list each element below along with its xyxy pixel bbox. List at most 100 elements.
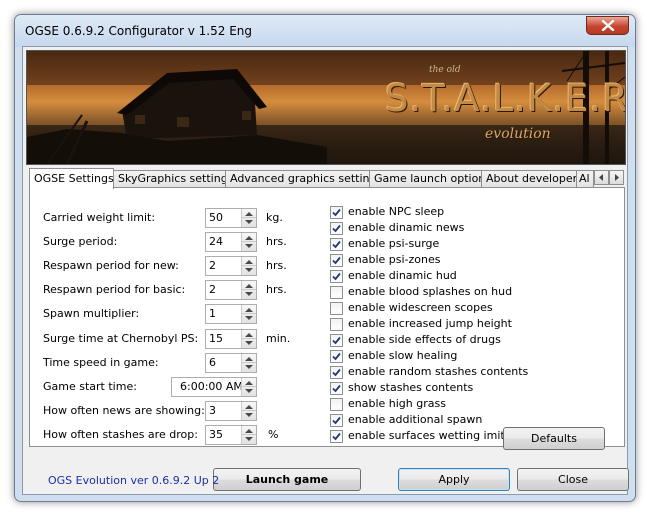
- arrow-down-icon: [245, 365, 253, 369]
- checkmark-icon: [332, 432, 341, 441]
- setting-label-respawn-basic: Respawn period for basic:: [43, 283, 186, 296]
- window-title: OGSE 0.6.9.2 Configurator v 1.52 Eng: [25, 24, 252, 38]
- surge-time-value: 15: [209, 332, 223, 345]
- option-label: enable psi-zones: [348, 253, 441, 266]
- arrow-down-icon: [245, 316, 253, 320]
- tab-game-launch-options[interactable]: Game launch options: [369, 170, 482, 188]
- game-start-time-picker[interactable]: 6:00:00 AM: [171, 377, 257, 397]
- unit-hrs: hrs.: [266, 283, 287, 296]
- checkmark-icon: [332, 336, 341, 345]
- time-speed-value: 6: [209, 356, 216, 369]
- banner-logo-sub: evolution: [485, 126, 551, 142]
- chevron-left-icon: [599, 174, 603, 181]
- chevron-right-icon: [615, 174, 619, 181]
- option-label: enable widescreen scopes: [348, 301, 493, 314]
- checkbox-box[interactable]: [330, 222, 343, 235]
- carried-weight-value: 50: [209, 211, 223, 224]
- banner-logo-small: the old: [429, 65, 461, 75]
- surge-time-spinbox[interactable]: 15: [205, 329, 257, 349]
- respawn-new-value: 2: [209, 259, 216, 272]
- checkbox-box[interactable]: [330, 398, 343, 411]
- window-close-button[interactable]: [586, 16, 629, 35]
- arrow-down-icon: [245, 292, 253, 296]
- apply-button[interactable]: Apply: [398, 468, 510, 491]
- carried-weight-spinbox[interactable]: 50: [205, 208, 257, 228]
- checkmark-icon: [332, 416, 341, 425]
- checkmark-icon: [332, 208, 341, 217]
- spin-arrows[interactable]: [241, 330, 256, 348]
- checkmark-icon: [332, 240, 341, 249]
- defaults-button[interactable]: Defaults: [503, 427, 605, 450]
- tab-about-developers[interactable]: About developers: [481, 170, 577, 188]
- ogse-settings-panel: Carried weight limit: Surge period: Resp…: [29, 187, 625, 450]
- arrow-down-icon: [245, 389, 253, 393]
- arrow-up-icon: [245, 381, 253, 385]
- checkbox-box[interactable]: [330, 414, 343, 427]
- spin-arrows[interactable]: [241, 209, 256, 227]
- arrow-down-icon: [245, 268, 253, 272]
- spawn-multiplier-value: 1: [209, 307, 216, 320]
- arrow-up-icon: [245, 405, 253, 409]
- spin-arrows[interactable]: [241, 426, 256, 444]
- tab-ogse-settings[interactable]: OGSE Settings: [29, 168, 114, 189]
- checkmark-icon: [332, 272, 341, 281]
- game-start-time-value: 6:00:00 AM: [180, 380, 243, 393]
- respawn-new-spinbox[interactable]: 2: [205, 256, 257, 276]
- launch-game-button[interactable]: Launch game: [213, 468, 361, 491]
- tab-scroll-left-button[interactable]: [594, 170, 609, 185]
- tab-skygraphics-settings[interactable]: SkyGraphics settings: [113, 170, 226, 188]
- arrow-up-icon: [245, 333, 253, 337]
- checkbox-box[interactable]: [330, 206, 343, 219]
- respawn-basic-value: 2: [209, 283, 216, 296]
- checkbox-box[interactable]: [330, 254, 343, 267]
- setting-label-time-speed: Time speed in game:: [43, 356, 159, 369]
- tab-al[interactable]: Al: [576, 170, 594, 188]
- option-label: enable psi-surge: [348, 237, 440, 250]
- checkbox-box[interactable]: [330, 318, 343, 331]
- respawn-basic-spinbox[interactable]: 2: [205, 280, 257, 300]
- spin-arrows[interactable]: [241, 354, 256, 372]
- spin-arrows[interactable]: [241, 402, 256, 420]
- option-label: show stashes contents: [348, 381, 474, 394]
- checkbox-box[interactable]: [330, 238, 343, 251]
- unit-hrs: hrs.: [266, 259, 287, 272]
- spin-arrows[interactable]: [241, 281, 256, 299]
- arrow-down-icon: [245, 437, 253, 441]
- checkmark-icon: [332, 352, 341, 361]
- tab-advanced-graphics-settings[interactable]: Advanced graphics settings: [225, 170, 370, 188]
- news-frequency-spinbox[interactable]: 3: [205, 401, 257, 421]
- spin-arrows[interactable]: [241, 305, 256, 323]
- arrow-down-icon: [245, 244, 253, 248]
- time-speed-spinbox[interactable]: 6: [205, 353, 257, 373]
- unit-kg: kg.: [266, 211, 283, 224]
- option-label: enable NPC sleep: [348, 205, 445, 218]
- tab-scroll-right-button[interactable]: [609, 170, 624, 185]
- checkbox-box[interactable]: [330, 302, 343, 315]
- setting-label-news-frequency: How often news are showing:: [43, 404, 205, 417]
- checkbox-box[interactable]: [330, 430, 343, 443]
- checkbox-box[interactable]: [330, 334, 343, 347]
- spin-arrows[interactable]: [241, 378, 256, 396]
- configurator-window: OGSE 0.6.9.2 Configurator v 1.52 Eng the…: [14, 14, 636, 502]
- option-label: enable slow healing: [348, 349, 458, 362]
- news-frequency-value: 3: [209, 404, 216, 417]
- checkbox-box[interactable]: [330, 382, 343, 395]
- stash-drop-spinbox[interactable]: 35: [205, 425, 257, 445]
- spin-arrows[interactable]: [241, 257, 256, 275]
- close-button[interactable]: Close: [517, 468, 629, 491]
- spin-arrows[interactable]: [241, 233, 256, 251]
- close-icon: [601, 20, 615, 31]
- checkmark-icon: [332, 384, 341, 393]
- setting-label-game-start-time: Game start time:: [43, 380, 137, 393]
- checkbox-box[interactable]: [330, 350, 343, 363]
- checkbox-box[interactable]: [330, 286, 343, 299]
- unit-percent: %: [268, 428, 279, 441]
- title-bar[interactable]: OGSE 0.6.9.2 Configurator v 1.52 Eng: [15, 15, 635, 47]
- arrow-up-icon: [245, 212, 253, 216]
- checkbox-box[interactable]: [330, 270, 343, 283]
- arrow-down-icon: [245, 220, 253, 224]
- surge-period-spinbox[interactable]: 24: [205, 232, 257, 252]
- client-area: the old S.T.A.L.K.E.R. evolution OGSE Se…: [22, 46, 629, 495]
- spawn-multiplier-spinbox[interactable]: 1: [205, 304, 257, 324]
- checkbox-box[interactable]: [330, 366, 343, 379]
